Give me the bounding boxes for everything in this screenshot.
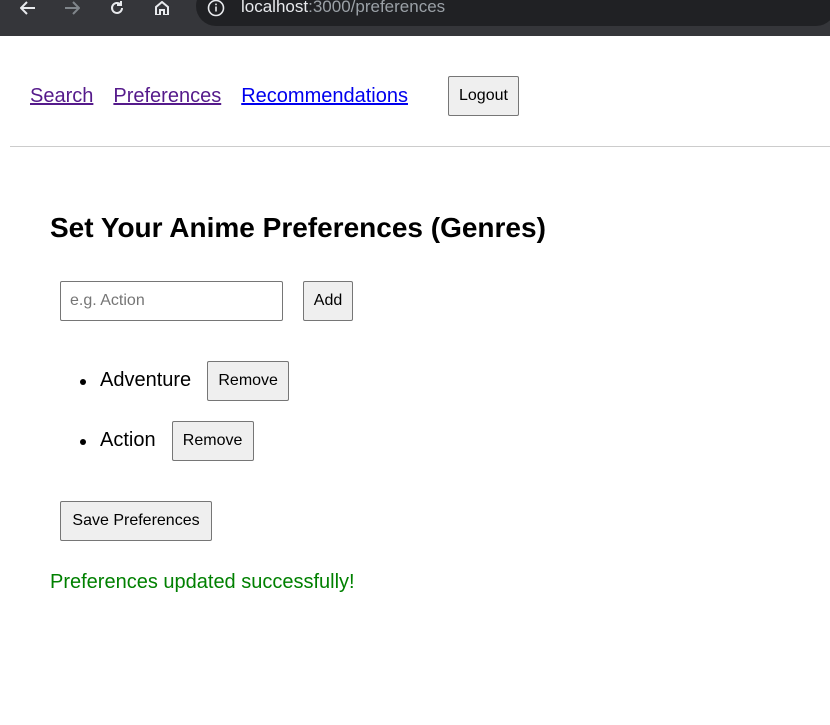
success-message: Preferences updated successfully! bbox=[50, 571, 355, 593]
page-title: Set Your Anime Preferences (Genres) bbox=[50, 212, 546, 243]
genre-input[interactable] bbox=[60, 281, 283, 321]
genre-list-item: Action Remove bbox=[80, 421, 254, 461]
nav-divider bbox=[10, 146, 830, 147]
browser-toolbar: localhost:3000/preferences bbox=[0, 0, 830, 36]
bullet-icon bbox=[80, 438, 86, 445]
site-info-icon[interactable] bbox=[206, 0, 226, 17]
nav-link-search[interactable]: Search bbox=[30, 84, 93, 108]
add-genre-button[interactable]: Add bbox=[303, 281, 353, 321]
logout-button[interactable]: Logout bbox=[447, 76, 519, 116]
forward-arrow-icon[interactable] bbox=[61, 0, 83, 16]
reload-icon[interactable] bbox=[106, 0, 128, 16]
remove-genre-button[interactable]: Remove bbox=[171, 421, 254, 461]
nav-link-recommendations[interactable]: Recommendations bbox=[241, 84, 408, 108]
main-nav: Search Preferences Recommendations Logou… bbox=[30, 76, 519, 116]
remove-genre-button[interactable]: Remove bbox=[207, 361, 290, 401]
url-host: localhost bbox=[241, 0, 309, 16]
genre-list-item: Adventure Remove bbox=[80, 361, 290, 401]
genre-name: Action bbox=[100, 428, 156, 451]
nav-link-preferences[interactable]: Preferences bbox=[113, 84, 221, 108]
bullet-icon bbox=[80, 378, 86, 385]
address-url[interactable]: localhost:3000/preferences bbox=[241, 0, 445, 17]
save-preferences-button[interactable]: Save Preferences bbox=[60, 501, 212, 541]
home-icon[interactable] bbox=[151, 0, 173, 16]
back-arrow-icon[interactable] bbox=[17, 0, 39, 16]
url-path: :3000/preferences bbox=[308, 0, 446, 16]
genre-name: Adventure bbox=[100, 368, 192, 391]
